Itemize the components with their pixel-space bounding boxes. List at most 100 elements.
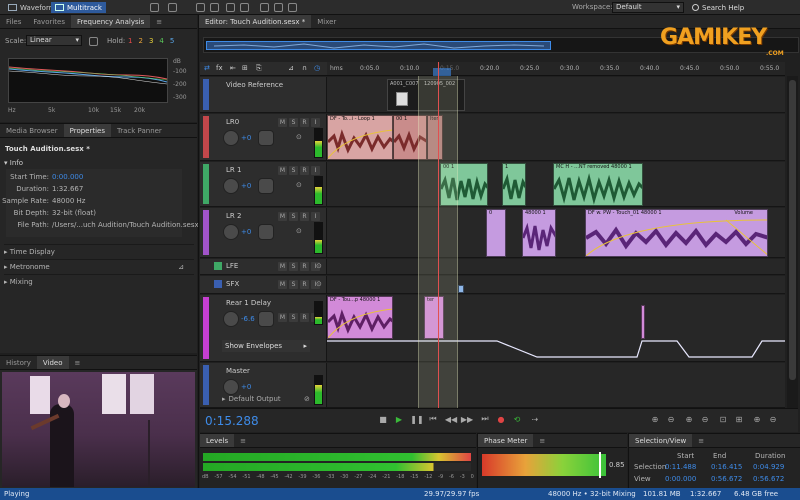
razor-tool-icon[interactable] (210, 3, 219, 12)
tab-video[interactable]: Video (36, 356, 69, 369)
solo-button[interactable]: S (289, 118, 298, 127)
record-arm-button[interactable]: R (300, 280, 309, 289)
mute-button[interactable]: M (278, 280, 287, 289)
tab-properties[interactable]: Properties (63, 124, 112, 137)
move-tool-icon[interactable] (196, 3, 205, 12)
view-duration[interactable]: 0:56.672 (753, 475, 784, 483)
stop-button[interactable]: ■ (378, 414, 388, 424)
volume-value[interactable]: +0 (241, 228, 251, 236)
copy-icon[interactable] (89, 37, 98, 46)
mixing-section[interactable]: ▸ Mixing (4, 274, 194, 286)
output-toggle-icon[interactable]: ⊘ (304, 395, 310, 403)
volume-value[interactable]: +0 (241, 383, 251, 391)
link-icon[interactable]: ⊙ (316, 280, 322, 288)
tab-history[interactable]: History (0, 356, 37, 369)
zoom-in-tracks-icon[interactable]: ⊕ (752, 414, 762, 424)
pan-knob[interactable] (258, 311, 274, 327)
volume-knob[interactable] (223, 379, 239, 395)
solo-button[interactable]: S (289, 313, 298, 322)
link-icon[interactable]: ⊙ (296, 133, 302, 141)
pan-knob[interactable] (258, 178, 274, 194)
audio-clip[interactable]: MC H - ...NT removed 48000 1 (553, 163, 643, 206)
lasso-tool-icon[interactable] (274, 3, 283, 12)
fast-forward-button[interactable]: ▶▶ (461, 414, 473, 424)
input-monitor-button[interactable]: I (311, 212, 320, 221)
time-icon[interactable]: ◷ (314, 64, 320, 72)
tab-levels[interactable]: Levels (200, 434, 235, 447)
track-name[interactable]: Video Reference (226, 81, 283, 89)
start-time-value[interactable]: 0:00.000 (52, 173, 83, 181)
pause-button[interactable]: ❚❚ (410, 414, 423, 424)
pan-knob[interactable] (258, 224, 274, 240)
view-start[interactable]: 0:00.000 (665, 475, 696, 483)
spectral-icon[interactable] (150, 3, 159, 12)
panel-menu-icon[interactable]: ≡ (234, 434, 252, 447)
mute-button[interactable]: M (278, 313, 287, 322)
loop-button[interactable]: ⟲ (512, 414, 522, 424)
time-select-tool-icon[interactable] (240, 3, 249, 12)
time-ruler[interactable]: hms 0:05.0 0:10.0 0:15.0 0:20.0 0:25.0 0… (327, 62, 785, 76)
tab-selection-view[interactable]: Selection/View (629, 434, 693, 447)
tab-frequency-analysis[interactable]: Frequency Analysis (71, 15, 151, 28)
hold-4-button[interactable]: 4 (159, 37, 163, 45)
metronome-section[interactable]: ▸ Metronome ⊿ (4, 259, 194, 271)
mute-button[interactable]: M (278, 262, 287, 271)
record-button[interactable]: ● (496, 414, 506, 424)
track-name[interactable]: LR 1 (226, 166, 241, 174)
tab-editor[interactable]: Editor: Touch Audition.sesx * (199, 15, 312, 28)
hold-1-button[interactable]: 1 (128, 37, 132, 45)
audio-clip[interactable]: 1 (502, 163, 526, 206)
panel-menu-icon[interactable]: ≡ (692, 434, 710, 447)
zoom-selection-icon[interactable]: ⊞ (734, 414, 744, 424)
volume-value[interactable]: -6.6 (241, 315, 255, 323)
audio-clip[interactable]: DF w. PW - Touch_01 48000 1 Volume (585, 209, 768, 257)
snap-magnet-icon[interactable]: ∩ (302, 64, 307, 72)
slip-tool-icon[interactable] (226, 3, 235, 12)
tab-media-browser[interactable]: Media Browser (0, 124, 64, 137)
pan-knob[interactable] (258, 130, 274, 146)
tab-mixer[interactable]: Mixer (311, 15, 342, 28)
time-display-section[interactable]: ▸ Time Display (4, 244, 194, 256)
volume-value[interactable]: +0 (241, 134, 251, 142)
record-arm-button[interactable]: R (300, 166, 309, 175)
record-arm-button[interactable]: R (300, 118, 309, 127)
panel-menu-icon[interactable]: ≡ (69, 356, 87, 369)
panel-menu-icon[interactable]: ≡ (533, 434, 551, 447)
zoom-out-amplitude-icon[interactable]: ⊖ (666, 414, 676, 424)
send-icon[interactable]: ⇤ (230, 64, 236, 72)
record-arm-button[interactable]: R (300, 313, 309, 322)
audio-clip[interactable]: 0 (486, 209, 506, 257)
time-display[interactable]: 0:15.288 (205, 414, 259, 428)
volume-knob[interactable] (223, 178, 239, 194)
multitrack-mode-button[interactable]: Multitrack (51, 2, 106, 13)
track-name[interactable]: LR0 (226, 118, 239, 126)
mute-button[interactable]: M (278, 212, 287, 221)
play-button[interactable]: ▶ (394, 414, 404, 424)
audio-clip[interactable]: DF - To...i - Loop 1 (327, 115, 393, 160)
link-icon[interactable]: ⊙ (296, 227, 302, 235)
input-monitor-button[interactable]: I (311, 118, 320, 127)
record-arm-button[interactable]: R (300, 262, 309, 271)
solo-button[interactable]: S (289, 166, 298, 175)
hold-5-button[interactable]: 5 (170, 37, 174, 45)
expand-track-icon[interactable] (214, 280, 222, 288)
record-arm-button[interactable]: R (300, 212, 309, 221)
hold-2-button[interactable]: 2 (138, 37, 142, 45)
snap-icon[interactable]: ⇄ (204, 64, 210, 72)
link-icon[interactable]: ⊙ (316, 262, 322, 270)
skip-button[interactable]: ⇢ (530, 414, 540, 424)
tab-track-panner[interactable]: Track Panner (111, 124, 168, 137)
metronome-icon[interactable]: ⊿ (178, 263, 184, 271)
link-icon[interactable]: ⊙ (296, 181, 302, 189)
tab-phase-meter[interactable]: Phase Meter (478, 434, 534, 447)
scale-dropdown[interactable]: Linear ▾ (26, 35, 82, 46)
go-to-start-button[interactable]: ⏮ (428, 414, 438, 424)
audio-clip[interactable]: 48000 1 (522, 209, 556, 257)
track-name[interactable]: Master (226, 367, 250, 375)
info-section-toggle[interactable]: ▾ Info (4, 159, 23, 167)
go-to-end-button[interactable]: ⏭ (480, 414, 490, 424)
selection-ruler-marker[interactable] (433, 68, 451, 76)
volume-knob[interactable] (223, 311, 239, 327)
volume-knob[interactable] (223, 130, 239, 146)
zoom-in-amplitude-icon[interactable]: ⊕ (650, 414, 660, 424)
